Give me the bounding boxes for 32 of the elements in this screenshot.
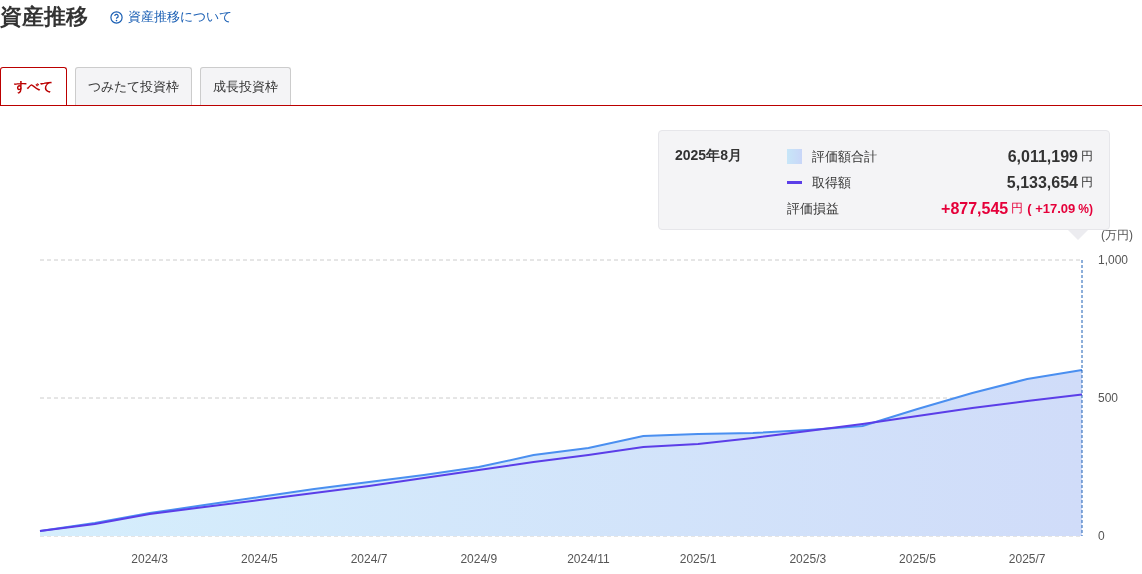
legend-label: 評価額合計 — [812, 147, 878, 166]
y-axis-unit: (万円) — [1101, 228, 1133, 242]
tooltip-period: 2025年8月 — [675, 147, 743, 165]
help-icon — [110, 10, 123, 24]
x-tick-label: 2024/11 — [567, 552, 610, 566]
legend-swatch — [787, 149, 802, 164]
x-tick-label: 2025/7 — [1008, 552, 1046, 566]
tab[interactable]: すべて — [0, 67, 67, 105]
x-tick-label: 2025/3 — [789, 552, 827, 566]
unit-text: 円 — [1011, 200, 1024, 217]
x-tick-label: 2024/5 — [241, 552, 278, 566]
value-text: +877,545 — [941, 199, 1009, 218]
unit-text: 円 — [1081, 174, 1093, 191]
y-tick-label: 0 — [1098, 529, 1105, 543]
help-link[interactable]: 資産推移について — [110, 8, 232, 26]
legend-label: 取得額 — [812, 173, 852, 192]
page-title: 資産推移 — [0, 3, 88, 31]
x-tick-label: 2024/3 — [131, 552, 169, 566]
x-tick-label: 2024/9 — [460, 552, 498, 566]
x-tick-label: 2025/1 — [679, 552, 717, 566]
unit-text: 円 — [1081, 148, 1093, 165]
y-tick-label: 500 — [1098, 391, 1119, 405]
legend-label: 評価損益 — [787, 199, 840, 218]
unit-text: %) — [1078, 201, 1093, 216]
x-tick-label: 2024/7 — [350, 552, 388, 566]
value-text: 5,133,654 — [1006, 173, 1078, 192]
tab[interactable]: 成長投資枠 — [200, 67, 291, 105]
x-tick-label: 2025/5 — [899, 552, 936, 566]
tab[interactable]: つみたて投資枠 — [75, 67, 192, 105]
value-text: 6,011,199 — [1007, 147, 1078, 166]
y-tick-label: 1,000 — [1098, 253, 1129, 267]
percent-text: ( +17.09 — [1027, 201, 1076, 216]
